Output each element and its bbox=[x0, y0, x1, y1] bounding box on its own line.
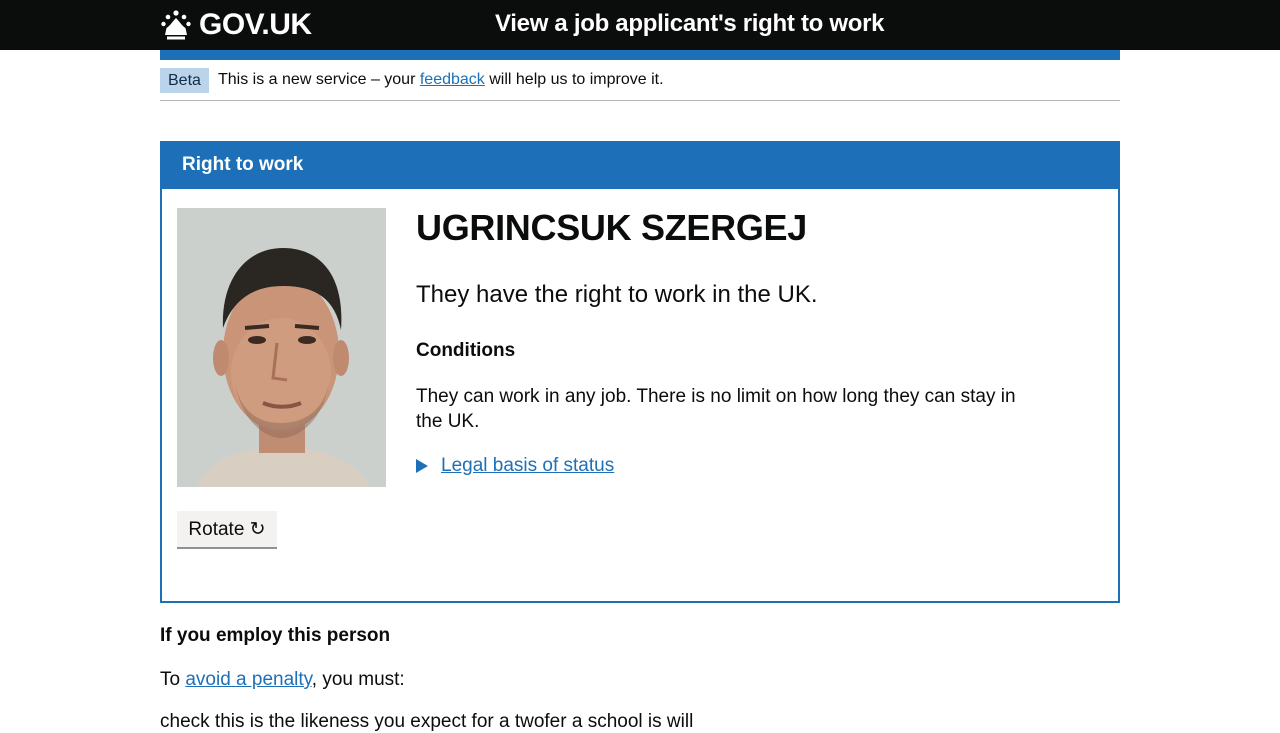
panel-title: Right to work bbox=[182, 154, 304, 175]
right-to-work-panel: Right to work Rotate ↻ UGRINCSUK SZERGEJ… bbox=[160, 141, 1120, 603]
phase-text-before: This is a new service – your bbox=[218, 71, 420, 88]
site-header: GOV.UK View a job applicant's right to w… bbox=[0, 0, 1280, 50]
logo-text: GOV.UK bbox=[199, 8, 312, 41]
phase-banner: Beta This is a new service – your feedba… bbox=[160, 68, 1120, 101]
expand-triangle-icon[interactable] bbox=[416, 459, 428, 473]
service-name[interactable]: View a job applicant's right to work bbox=[495, 10, 885, 38]
phase-text-after: will help us to improve it. bbox=[484, 71, 664, 88]
person-photo-illustration bbox=[177, 208, 386, 487]
applicant-photo bbox=[177, 208, 386, 487]
conditions-heading: Conditions bbox=[416, 340, 516, 361]
rotate-button[interactable]: Rotate ↻ bbox=[177, 511, 277, 549]
partial-list-item: check this is the likeness you expect fo… bbox=[160, 711, 694, 732]
panel-header: Right to work bbox=[162, 143, 1118, 189]
crown-icon bbox=[161, 10, 191, 40]
govuk-logo[interactable]: GOV.UK bbox=[160, 7, 312, 43]
right-to-work-status: They have the right to work in the UK. bbox=[416, 281, 818, 308]
phase-banner-text: This is a new service – your feedback wi… bbox=[218, 71, 664, 89]
beta-tag: Beta bbox=[160, 68, 209, 93]
penalty-paragraph: To avoid a penalty, you must: bbox=[160, 669, 405, 691]
conditions-text: They can work in any job. There is no li… bbox=[416, 386, 1016, 432]
legal-basis-link[interactable]: Legal basis of status bbox=[441, 455, 614, 477]
employ-heading: If you employ this person bbox=[160, 625, 391, 646]
penalty-text-after: , you must: bbox=[311, 669, 405, 690]
legal-basis-details[interactable]: Legal basis of status bbox=[416, 455, 614, 477]
penalty-text-before: To bbox=[160, 669, 186, 690]
avoid-penalty-link[interactable]: avoid a penalty bbox=[185, 669, 311, 690]
header-accent-bar bbox=[160, 50, 1120, 60]
applicant-name: UGRINCSUK SZERGEJ bbox=[416, 207, 807, 248]
feedback-link[interactable]: feedback bbox=[420, 71, 485, 88]
